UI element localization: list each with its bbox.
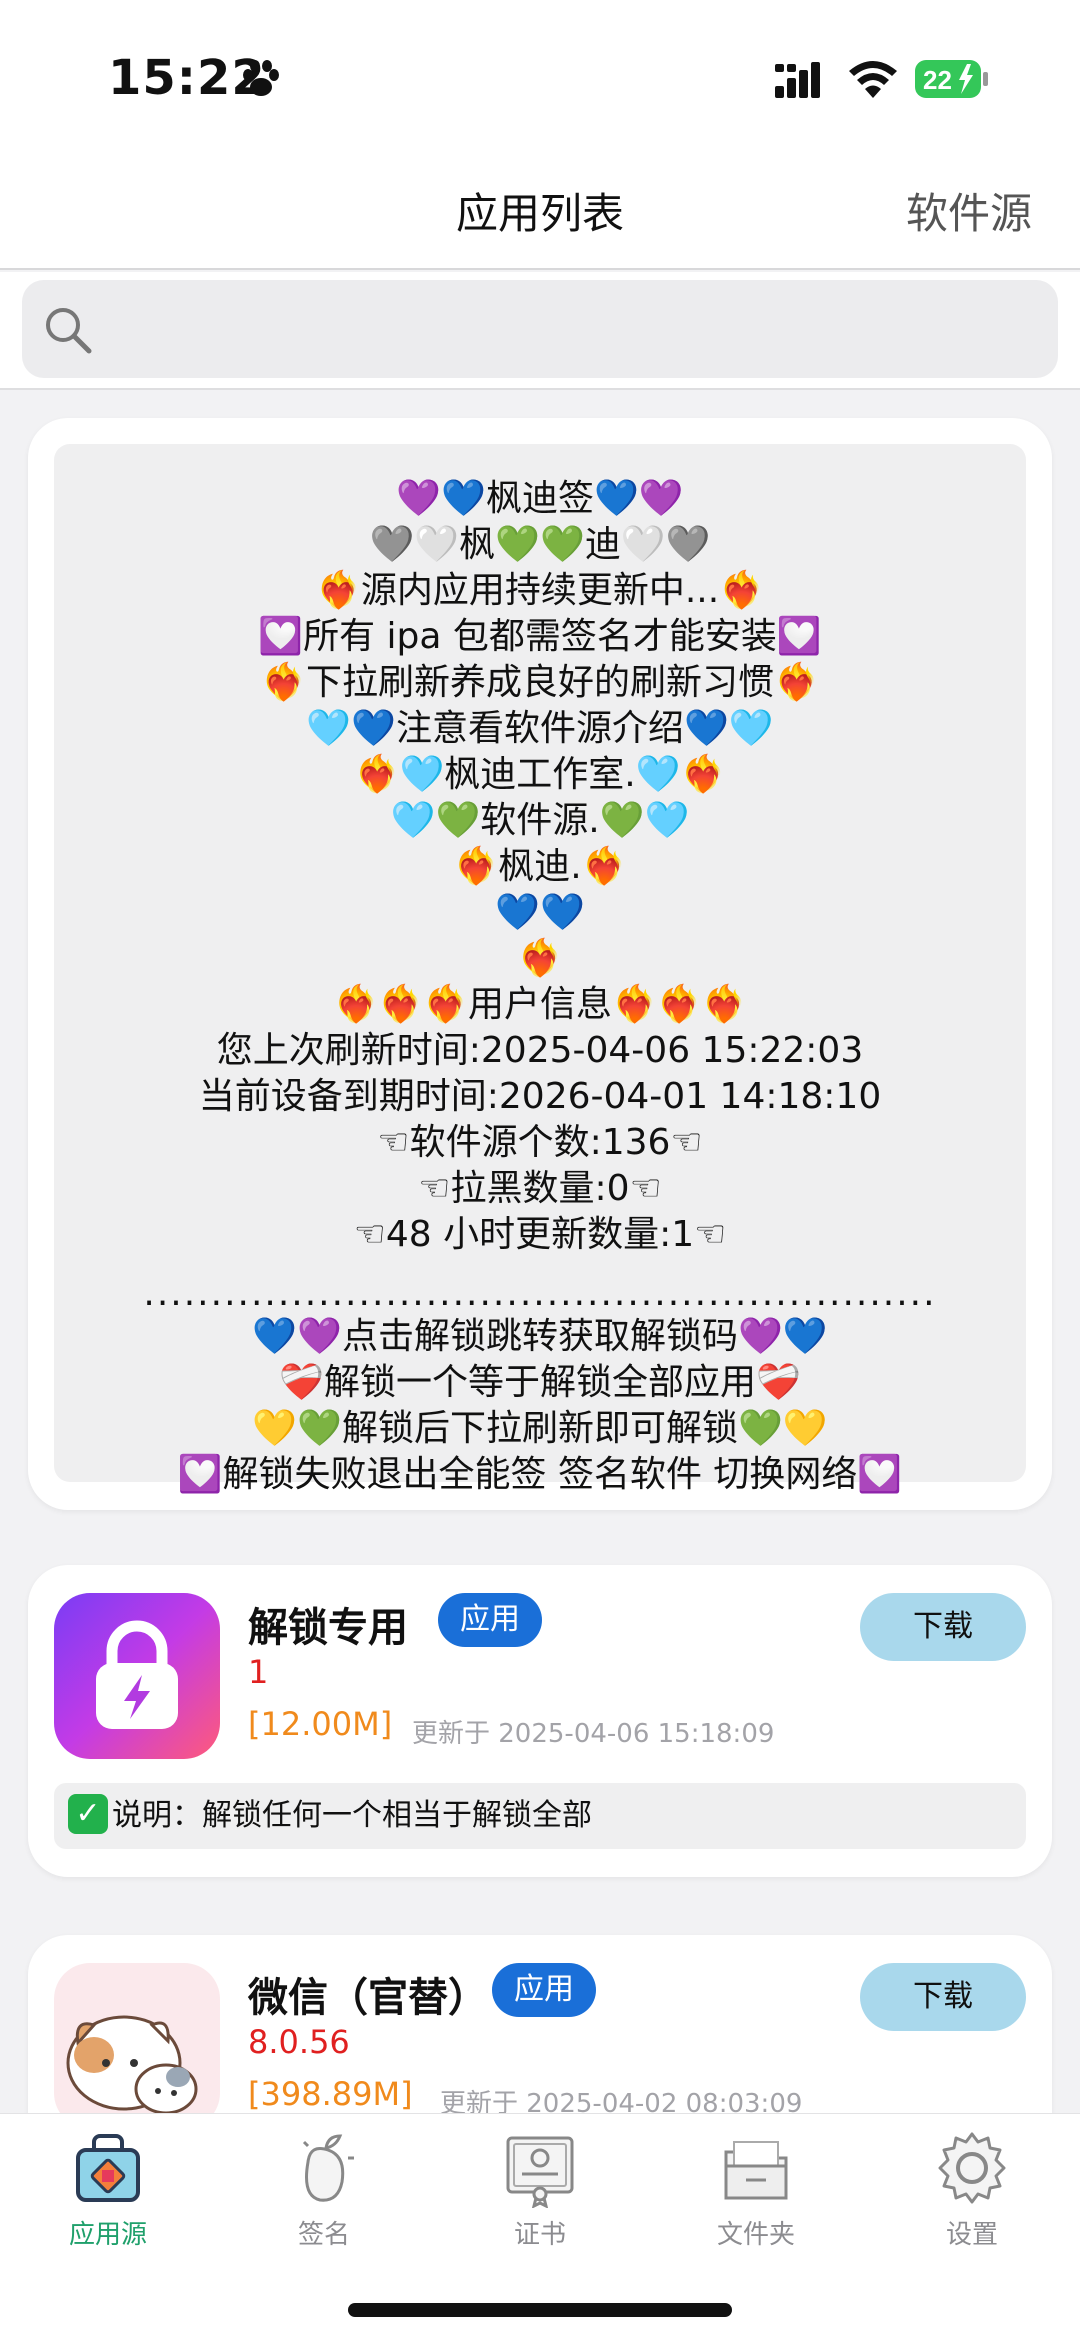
notice-spacer <box>54 1258 1026 1274</box>
notice-line: 🩵💚软件源.💚🩵 <box>390 800 690 841</box>
notice-line: 💟解锁失败退出全能签 签名软件 切换网络💟 <box>177 1454 903 1495</box>
notice-line: 💜💙枫迪签💙💜 <box>396 478 684 519</box>
notice-line: 💙💜点击解锁跳转获取解锁码💜💙 <box>252 1316 828 1357</box>
notice-line: ........................................… <box>143 1274 937 1314</box>
notice-line: ❤️‍🩹解锁一个等于解锁全部应用❤️‍🩹 <box>279 1362 801 1403</box>
home-indicator <box>348 2303 732 2317</box>
notice-line: ❤️‍🔥源内应用持续更新中...❤️‍🔥 <box>316 570 764 611</box>
software-source-button[interactable]: 软件源 <box>906 180 1032 241</box>
search-input[interactable] <box>22 280 1058 378</box>
tab-folder[interactable]: 文件夹 <box>648 2128 864 2251</box>
search-bar <box>0 272 1080 390</box>
download-button[interactable]: 下载 <box>860 1963 1026 2031</box>
notice-line: 您上次刷新时间:2025-04-06 15:22:03 <box>216 1030 864 1071</box>
search-icon <box>46 308 92 354</box>
app-name: 微信（官替） <box>248 1975 488 2021</box>
app-name: 解锁专用 <box>248 1605 408 1651</box>
signal-icon <box>775 62 820 98</box>
check-icon: ✓ <box>68 1793 108 1834</box>
tab-settings[interactable]: 设置 <box>864 2128 1080 2251</box>
notice-line: ❤️‍🔥🩵枫迪工作室.🩵❤️‍🔥 <box>354 754 726 795</box>
mango-icon <box>302 2134 354 2202</box>
folder-icon <box>724 2141 788 2200</box>
notice-line: 🩶🤍枫💚💚迪🤍🩶 <box>369 524 711 565</box>
app-description-text: 说明：解锁任何一个相当于解锁全部 <box>112 1798 592 1833</box>
tab-label: 文件夹 <box>716 2220 795 2250</box>
notice-line: 💛💚解锁后下拉刷新即可解锁💚💛 <box>252 1408 828 1449</box>
nav-bar: 应用列表 软件源 <box>0 150 1080 270</box>
download-button[interactable]: 下载 <box>860 1593 1026 1661</box>
app-version: 8.0.56 <box>248 2023 350 2061</box>
notice-line: 当前设备到期时间:2026-04-01 14:18:10 <box>198 1076 882 1117</box>
certificate-icon <box>506 2136 574 2208</box>
notice-line: ☜拉黑数量:0☜ <box>418 1168 662 1209</box>
notice-line: 🩵💙注意看软件源介绍💙🩵 <box>306 708 774 749</box>
notice-line: ❤️‍🔥下拉刷新养成良好的刷新习惯❤️‍🔥 <box>261 662 819 703</box>
tab-app-source[interactable]: 应用源 <box>0 2128 216 2251</box>
tab-label: 签名 <box>297 2220 350 2250</box>
battery-level: 22 <box>923 65 952 95</box>
cat-icon <box>66 2015 198 2115</box>
tab-sign[interactable]: 签名 <box>216 2128 432 2251</box>
status-bar: 15:22 22 <box>0 0 1080 150</box>
lock-app-icon <box>54 1593 220 1759</box>
battery-icon: 22 <box>915 60 989 98</box>
app-size: [12.00M] <box>248 1705 393 1743</box>
tab-certificate[interactable]: 证书 <box>432 2128 648 2251</box>
app-type-badge: 应用 <box>438 1593 542 1647</box>
tab-label: 证书 <box>513 2220 566 2250</box>
app-updated: 更新于 2025-04-06 15:18:09 <box>412 1719 775 1749</box>
lock-icon <box>96 1620 178 1729</box>
notice-line: ☜48 小时更新数量:1☜ <box>353 1214 727 1255</box>
app-version: 1 <box>248 1653 269 1691</box>
notice-line: 💟所有 ipa 包都需签名才能安装💟 <box>258 616 822 657</box>
app-size: [398.89M] <box>248 2075 413 2113</box>
wifi-icon <box>849 61 897 98</box>
wechat-app-icon <box>54 1963 220 2129</box>
app-description: ✓ 说明：解锁任何一个相当于解锁全部 <box>54 1783 1026 1849</box>
notice-line: ❤️‍🔥枫迪.❤️‍🔥 <box>453 846 627 887</box>
notice-line: 💙💙 <box>495 892 585 933</box>
paw-icon <box>243 60 279 96</box>
tab-label: 应用源 <box>68 2220 147 2250</box>
app-card-unlock[interactable]: 解锁专用 应用 1 [12.00M] 更新于 2025-04-06 15:18:… <box>28 1565 1052 1877</box>
gear-icon <box>938 2132 1006 2204</box>
app-type-badge: 应用 <box>492 1963 596 2017</box>
notice-content: 💜💙枫迪签💙💜 🩶🤍枫💚💚迪🤍🩶 ❤️‍🔥源内应用持续更新中...❤️‍🔥 💟所有 i… <box>54 444 1026 1495</box>
notice-line: ❤️‍🔥 <box>517 938 563 979</box>
notice-line: ❤️‍🔥❤️‍🔥❤️‍🔥用户信息❤️‍🔥❤️‍🔥❤️‍🔥 <box>333 984 747 1025</box>
notice-card: 💜💙枫迪签💙💜 🩶🤍枫💚💚迪🤍🩶 ❤️‍🔥源内应用持续更新中...❤️‍🔥 💟所有 i… <box>28 418 1052 1510</box>
notice-line: ☜软件源个数:136☜ <box>377 1122 703 1163</box>
bag-icon <box>76 2134 140 2202</box>
tab-label: 设置 <box>945 2220 998 2250</box>
